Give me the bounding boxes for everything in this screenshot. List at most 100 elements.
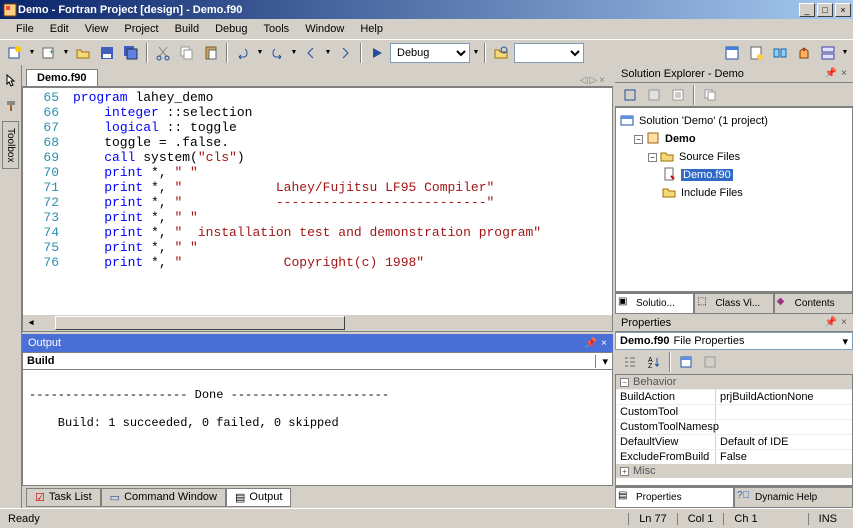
explorer-show-all-button[interactable]	[643, 84, 665, 106]
code-line[interactable]: 75 print *, " "	[23, 240, 612, 255]
explorer-close-icon[interactable]: ×	[841, 68, 847, 79]
maximize-button[interactable]: □	[817, 3, 833, 17]
copy-button[interactable]	[176, 42, 198, 64]
code-line[interactable]: 65program lahey_demo	[23, 90, 612, 105]
output-category-dropdown[interactable]: ▾	[595, 355, 608, 368]
tab-dynamic-help[interactable]: ?⃝Dynamic Help	[734, 487, 853, 508]
menu-tools[interactable]: Tools	[256, 21, 298, 37]
cut-button[interactable]	[152, 42, 174, 64]
explorer-copy-button[interactable]	[699, 84, 721, 106]
property-row[interactable]: CustomTool	[616, 404, 852, 419]
collapse-icon[interactable]: −	[648, 153, 657, 162]
solution-tree[interactable]: Solution 'Demo' (1 project) −Demo −Sourc…	[615, 107, 853, 292]
object-browser-button[interactable]	[769, 42, 791, 64]
properties-object-combo[interactable]: Demo.f90 File Properties ▾	[615, 332, 853, 350]
tree-source-folder[interactable]: −Source Files	[620, 148, 848, 166]
add-item-button[interactable]: +	[38, 42, 60, 64]
minimize-button[interactable]: _	[799, 3, 815, 17]
explorer-properties-button[interactable]	[667, 84, 689, 106]
property-grid[interactable]: −Behavior BuildActionprjBuildActionNoneC…	[615, 374, 853, 486]
tree-include-folder[interactable]: Include Files	[620, 184, 848, 202]
expand-icon[interactable]: +	[620, 467, 629, 476]
code-line[interactable]: 68 toggle = .false.	[23, 135, 612, 150]
collapse-icon[interactable]: −	[620, 378, 629, 387]
tab-command-window[interactable]: ▭Command Window	[101, 488, 226, 507]
properties-pin-icon[interactable]: 📌	[825, 317, 837, 328]
config-extra-dropdown[interactable]: ▼	[472, 49, 480, 56]
code-line[interactable]: 67 logical :: toggle	[23, 120, 612, 135]
solution-explorer-button[interactable]	[721, 42, 743, 64]
open-button[interactable]	[72, 42, 94, 64]
tree-project[interactable]: −Demo	[620, 130, 848, 148]
new-project-button[interactable]	[4, 42, 26, 64]
pin-icon[interactable]: 📌	[585, 338, 597, 349]
toolbox-button[interactable]	[793, 42, 815, 64]
collapse-icon[interactable]: −	[634, 135, 643, 144]
nav-back-dropdown[interactable]: ▼	[324, 49, 332, 56]
find-combo[interactable]	[514, 43, 584, 63]
undo-button[interactable]	[232, 42, 254, 64]
save-all-button[interactable]	[120, 42, 142, 64]
tab-properties[interactable]: ▤Properties	[615, 487, 734, 508]
categorized-button[interactable]	[619, 351, 641, 373]
category-misc[interactable]: +Misc	[616, 464, 852, 478]
tab-output[interactable]: ▤Output	[226, 488, 291, 507]
nav-back-button[interactable]	[300, 42, 322, 64]
code-line[interactable]: 73 print *, " "	[23, 210, 612, 225]
code-line[interactable]: 69 call system("cls")	[23, 150, 612, 165]
menu-edit[interactable]: Edit	[42, 21, 77, 37]
close-button[interactable]: ×	[835, 3, 851, 17]
tree-solution[interactable]: Solution 'Demo' (1 project)	[620, 112, 848, 130]
code-line[interactable]: 72 print *, " --------------------------…	[23, 195, 612, 210]
tab-solution-explorer[interactable]: ▣Solutio...	[615, 293, 694, 314]
code-line[interactable]: 70 print *, " "	[23, 165, 612, 180]
new-project-dropdown[interactable]: ▼	[28, 49, 36, 56]
property-row[interactable]: BuildActionprjBuildActionNone	[616, 389, 852, 404]
save-button[interactable]	[96, 42, 118, 64]
property-value[interactable]	[716, 420, 852, 434]
code-line[interactable]: 71 print *, " Lahey/Fujitsu LF95 Compile…	[23, 180, 612, 195]
property-row[interactable]: DefaultViewDefault of IDE	[616, 434, 852, 449]
menu-project[interactable]: Project	[116, 21, 166, 37]
tab-prev-icon[interactable]: ◁	[580, 75, 588, 86]
output-close-icon[interactable]: ×	[601, 338, 607, 349]
editor-tab[interactable]: Demo.f90	[26, 69, 98, 86]
menu-debug[interactable]: Debug	[207, 21, 255, 37]
code-editor[interactable]: 65program lahey_demo66 integer ::selecti…	[22, 87, 613, 332]
code-line[interactable]: 66 integer ::selection	[23, 105, 612, 120]
property-value[interactable]: prjBuildActionNone	[716, 390, 852, 404]
tab-contents[interactable]: ◆Contents	[774, 293, 853, 314]
class-view-button[interactable]	[817, 42, 839, 64]
tab-class-view[interactable]: ⬚Class Vi...	[694, 293, 773, 314]
code-line[interactable]: 74 print *, " installation test and demo…	[23, 225, 612, 240]
toolbox-tab[interactable]: Toolbox	[2, 121, 19, 169]
find-button[interactable]	[490, 42, 512, 64]
explorer-pin-icon[interactable]: 📌	[825, 68, 837, 79]
menu-build[interactable]: Build	[167, 21, 207, 37]
paste-button[interactable]	[200, 42, 222, 64]
properties-close-icon[interactable]: ×	[841, 317, 847, 328]
property-value[interactable]: False	[716, 450, 852, 464]
code-line[interactable]: 76 print *, " Copyright(c) 1998"	[23, 255, 612, 270]
start-button[interactable]	[366, 42, 388, 64]
config-combo[interactable]: Debug	[390, 43, 470, 63]
property-pages-button[interactable]	[675, 351, 697, 373]
redo-button[interactable]	[266, 42, 288, 64]
property-value[interactable]	[716, 405, 852, 419]
menu-view[interactable]: View	[77, 21, 117, 37]
pointer-icon[interactable]	[0, 69, 22, 91]
property-value[interactable]: Default of IDE	[716, 435, 852, 449]
redo-dropdown[interactable]: ▼	[290, 49, 298, 56]
category-behavior[interactable]: −Behavior	[616, 375, 852, 389]
property-row[interactable]: ExcludeFromBuildFalse	[616, 449, 852, 464]
hammer-icon[interactable]	[0, 95, 22, 117]
tab-task-list[interactable]: ☑Task List	[26, 488, 101, 507]
properties-button[interactable]	[745, 42, 767, 64]
tab-next-icon[interactable]: ▷	[589, 75, 597, 86]
explorer-refresh-button[interactable]	[619, 84, 641, 106]
menu-file[interactable]: File	[8, 21, 42, 37]
output-body[interactable]: ---------------------- Done ------------…	[22, 370, 613, 486]
tab-close-icon[interactable]: ×	[599, 75, 605, 86]
chevron-down-icon[interactable]: ▾	[842, 335, 848, 348]
nav-fwd-button[interactable]	[334, 42, 356, 64]
